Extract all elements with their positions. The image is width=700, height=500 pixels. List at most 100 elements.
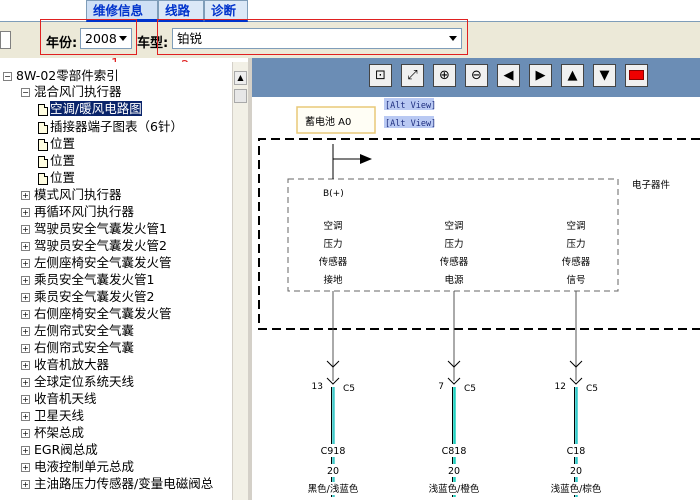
- sensor-label: 传感器: [440, 256, 469, 268]
- document-icon: [38, 103, 48, 116]
- bplus-arrow-icon: [360, 154, 372, 164]
- scroll-up-icon[interactable]: ▲: [234, 71, 247, 85]
- battery-label: 蓄电池 A0: [305, 115, 351, 128]
- document-icon: [38, 121, 48, 134]
- connector-id: C5: [343, 384, 355, 394]
- tree-item[interactable]: + 乘员安全气囊发火管1: [21, 272, 154, 288]
- tree-child-item[interactable]: 空调/暖风电路图: [38, 101, 142, 117]
- expand-icon[interactable]: +: [21, 446, 30, 455]
- tree-item[interactable]: + 收音机放大器: [21, 357, 109, 373]
- sensor-label: 传感器: [319, 256, 348, 268]
- module-outline: [258, 138, 700, 330]
- wire-color: 浅蓝色/棕色: [551, 483, 602, 495]
- document-icon: [38, 155, 48, 168]
- collapse-icon[interactable]: −: [3, 72, 12, 81]
- arrow-left-icon[interactable]: ◀: [497, 64, 520, 87]
- annotation-box-1: [40, 19, 137, 55]
- expand-icon[interactable]: +: [21, 225, 30, 234]
- expand-icon[interactable]: +: [21, 191, 30, 200]
- collapse-panel-button[interactable]: [0, 31, 11, 49]
- collapse-icon[interactable]: −: [21, 88, 30, 97]
- expand-icon[interactable]: +: [21, 361, 30, 370]
- connector-id: C5: [586, 384, 598, 394]
- tree-item[interactable]: + 驾驶员安全气囊发火管1: [21, 221, 167, 237]
- arrow-up-icon[interactable]: ▲: [561, 64, 584, 87]
- sensor-label: 压力: [566, 238, 585, 250]
- expand-icon[interactable]: +: [21, 310, 30, 319]
- wire-wire: C818: [442, 446, 467, 457]
- tree-item[interactable]: + 模式风门执行器: [21, 187, 122, 203]
- wiring-diagram: [Alt View] [Alt View] 蓄电池 A0 电子器件 B(+) 空…: [258, 98, 700, 497]
- wire-gauge: 20: [570, 466, 582, 477]
- tree-child-item[interactable]: 位置: [38, 153, 75, 169]
- expand-icon[interactable]: +: [21, 344, 30, 353]
- expand-icon[interactable]: +: [21, 463, 30, 472]
- expand-icon[interactable]: +: [21, 242, 30, 251]
- bplus-label: B(+): [323, 189, 344, 199]
- tree-child-item[interactable]: 位置: [38, 170, 75, 186]
- expand-icon[interactable]: +: [21, 293, 30, 302]
- expand-icon[interactable]: +: [21, 480, 30, 489]
- expand-icon[interactable]: +: [21, 395, 30, 404]
- sensor-label: 压力: [444, 238, 463, 250]
- alt-view-link[interactable]: [Alt View]: [385, 101, 436, 111]
- diagram-toolbar: ⊡ ⤢ ⊕ ⊖ ◀ ▶ ▲ ▼: [252, 58, 700, 97]
- module-label: 电子器件: [632, 179, 671, 191]
- fit-page-icon[interactable]: ⊡: [369, 64, 392, 87]
- zoom-out-icon[interactable]: ⊖: [465, 64, 488, 87]
- wire-color: 浅蓝色/橙色: [429, 483, 480, 495]
- tree-scrollbar[interactable]: ▲: [232, 62, 248, 500]
- tree-item[interactable]: + 主油路压力传感器/变量电磁阀总: [21, 476, 213, 492]
- tree-child-item[interactable]: 插接器端子图表（6针）: [38, 119, 183, 135]
- tree-item[interactable]: + 卫星天线: [21, 408, 84, 424]
- expand-icon[interactable]: +: [21, 429, 30, 438]
- sensor-label: 信号: [566, 274, 585, 286]
- wire-color: 黑色/浅蓝色: [308, 483, 359, 495]
- arrow-right-icon[interactable]: ▶: [529, 64, 552, 87]
- tree-item[interactable]: + 驾驶员安全气囊发火管2: [21, 238, 167, 254]
- sensor-label: 空调: [323, 220, 342, 232]
- wire-gauge: 20: [327, 466, 339, 477]
- expand-icon[interactable]: +: [21, 412, 30, 421]
- expand-icon[interactable]: +: [21, 276, 30, 285]
- wire-gauge: 20: [448, 466, 460, 477]
- expand-icon[interactable]: +: [21, 208, 30, 217]
- pin-number: 13: [312, 382, 323, 392]
- sensor-label: 电源: [444, 274, 464, 286]
- tree-group[interactable]: − 混合风门执行器: [21, 84, 122, 100]
- sensor-label: 空调: [444, 220, 463, 232]
- arrow-down-icon[interactable]: ▼: [593, 64, 616, 87]
- tree-item[interactable]: + 左侧帘式安全气囊: [21, 323, 134, 339]
- zoom-in-icon[interactable]: ⊕: [433, 64, 456, 87]
- tree-item[interactable]: + 右侧帘式安全气囊: [21, 340, 134, 356]
- wiring-diagram-pane: ⊡ ⤢ ⊕ ⊖ ◀ ▶ ▲ ▼ [Alt View] [Alt View] 蓄电…: [252, 58, 700, 500]
- expand-icon[interactable]: +: [21, 259, 30, 268]
- wire-wire: C918: [321, 446, 346, 457]
- sensor-label: 压力: [323, 238, 342, 250]
- tree-root[interactable]: −8W-02零部件索引: [3, 68, 119, 84]
- pin-number: 7: [438, 382, 444, 392]
- tree-item[interactable]: + 收音机天线: [21, 391, 97, 407]
- document-icon: [38, 172, 48, 185]
- tree-child-item[interactable]: 位置: [38, 136, 75, 152]
- tree-item[interactable]: + 全球定位系统天线: [21, 374, 134, 390]
- expand-icon[interactable]: +: [21, 327, 30, 336]
- sensor-label: 传感器: [562, 256, 591, 268]
- document-icon: [38, 138, 48, 151]
- annotation-box-2: [157, 19, 468, 55]
- alt-view-link[interactable]: [Alt View]: [385, 119, 436, 129]
- red-flag-icon[interactable]: [625, 64, 648, 87]
- tree-item[interactable]: + 右侧座椅安全气囊发火管: [21, 306, 172, 322]
- tree-item[interactable]: + 乘员安全气囊发火管2: [21, 289, 154, 305]
- connector-id: C5: [464, 384, 476, 394]
- expand-icon[interactable]: +: [21, 378, 30, 387]
- tree-item[interactable]: + 杯架总成: [21, 425, 84, 441]
- tree-item[interactable]: + 电液控制单元总成: [21, 459, 134, 475]
- tree-item[interactable]: + 再循环风门执行器: [21, 204, 134, 220]
- fit-width-icon[interactable]: ⤢: [401, 64, 424, 87]
- pin-number: 12: [555, 382, 566, 392]
- scroll-thumb[interactable]: [234, 89, 247, 103]
- tree-item[interactable]: + 左侧座椅安全气囊发火管: [21, 255, 172, 271]
- tree-item[interactable]: + EGR阀总成: [21, 442, 98, 458]
- sensor-label: 接地: [323, 274, 343, 286]
